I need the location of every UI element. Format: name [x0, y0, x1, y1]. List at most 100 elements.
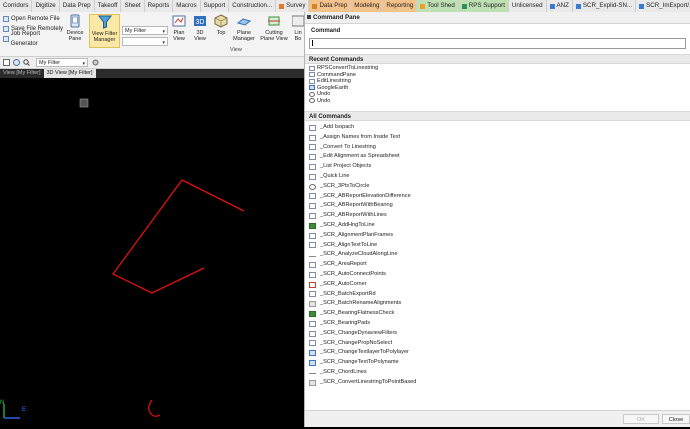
ribbon: Open Remote File Save File Remotely Job …: [0, 12, 304, 57]
ribbon-tab[interactable]: Takeoff: [95, 0, 122, 12]
view-filter-combo-secondary[interactable]: ▼: [122, 37, 168, 46]
command-item[interactable]: _SCR_ChangePropNoSelect: [305, 339, 690, 349]
select-icon[interactable]: [3, 59, 10, 66]
ribbon-tab[interactable]: Reports: [145, 0, 174, 12]
command-item[interactable]: _SCR_ABReportElevationDifference: [305, 192, 690, 202]
tab-icon: [312, 3, 318, 9]
command-item[interactable]: _SCR_3PtsToCircle: [305, 182, 690, 192]
view-filter-combo[interactable]: My Filter ▼: [122, 26, 168, 35]
command-item[interactable]: _SCR_ABReportWithLines: [305, 211, 690, 221]
command-item[interactable]: _SCR_BatchRenameAlignments: [305, 299, 690, 309]
plan-view-label: Plan View: [173, 30, 185, 42]
3d-view-canvas[interactable]: N E: [0, 78, 304, 427]
zoom-icon[interactable]: [23, 59, 30, 66]
command-item[interactable]: _SCR_AnalyzeCloudAlongLine: [305, 250, 690, 260]
command-item[interactable]: _SCR_ChangeTextToPolyname: [305, 358, 690, 368]
command-item[interactable]: _Edit Alignment as Spreadsheet: [305, 152, 690, 162]
command-icon: [309, 203, 316, 210]
ok-button[interactable]: OK: [623, 414, 659, 424]
ribbon-tab[interactable]: Corridors: [0, 0, 33, 12]
command-item[interactable]: _List Project Objects: [305, 162, 690, 172]
ribbon-tab[interactable]: Tool Shed: [417, 0, 459, 12]
ribbon-tab[interactable]: Data Prep: [309, 0, 352, 12]
open-remote-file-button[interactable]: Open Remote File: [0, 14, 64, 24]
pan-icon[interactable]: [13, 59, 20, 66]
command-label: _SCR_ChangePropNoSelect: [320, 339, 393, 346]
command-item[interactable]: _SCR_AddHngToLine: [305, 221, 690, 231]
command-item[interactable]: _SCR_AlignmentPlanFrames: [305, 231, 690, 241]
lines-button[interactable]: Lin Bo: [292, 14, 304, 52]
close-button[interactable]: Close: [662, 414, 690, 424]
command-item[interactable]: _SCR_AreaReport: [305, 260, 690, 270]
ribbon-tab[interactable]: Data Prep: [60, 0, 95, 12]
command-item[interactable]: _SCR_ChangeTextlayerToPolylayer: [305, 348, 690, 358]
command-item[interactable]: _SCR_AlignTextToLine: [305, 241, 690, 251]
tab-icon: [461, 3, 467, 9]
tab-3d-view[interactable]: 3D View [My Filter]: [43, 69, 96, 78]
command-item[interactable]: _Quick Line: [305, 172, 690, 182]
ribbon-tab-label: Tool Shed: [427, 2, 455, 9]
ribbon-tab[interactable]: Unlicensed: [509, 0, 547, 12]
command-icon: [309, 173, 316, 180]
command-item[interactable]: _Assign Names from Inside Text: [305, 133, 690, 143]
settings-icon[interactable]: [92, 59, 99, 66]
command-item[interactable]: _SCR_ABReportWithBearing: [305, 201, 690, 211]
ribbon-tab[interactable]: Macros: [173, 0, 201, 12]
command-icon: [309, 154, 316, 161]
ribbon-tab[interactable]: Sheet: [121, 0, 145, 12]
command-item[interactable]: _SCR_AutoCorner: [305, 280, 690, 290]
command-icon: [309, 254, 316, 257]
red-linestring[interactable]: [112, 179, 245, 294]
recent-command-item[interactable]: Undo: [305, 98, 690, 105]
canvas-drawing: N E: [0, 98, 245, 419]
command-item[interactable]: _SCR_BearingPads: [305, 319, 690, 329]
cutting-plane-view-button[interactable]: Cutting Plane View: [258, 14, 290, 52]
command-item[interactable]: _SCR_BearingFlatnessCheck: [305, 309, 690, 319]
red-arc[interactable]: [148, 399, 161, 417]
command-item[interactable]: _Convert To Linestring: [305, 143, 690, 153]
command-input[interactable]: [309, 38, 686, 49]
ribbon-tab[interactable]: Support: [201, 0, 230, 12]
ribbon-tab-label: Takeoff: [97, 2, 118, 9]
command-item[interactable]: _SCR_ChangeDynaviewFilters: [305, 329, 690, 339]
job-report-generator-button[interactable]: Job Report Generator: [0, 31, 64, 47]
3d-view-button[interactable]: 3D 3D View: [190, 14, 210, 52]
command-item[interactable]: _Add Isopach: [305, 123, 690, 133]
ribbon-tab[interactable]: Survey: [276, 0, 310, 12]
ribbon-tab[interactable]: SCR_Explid-SN...: [573, 0, 637, 12]
tab-plan-view[interactable]: View [My Filter]: [0, 69, 44, 78]
plan-view-button[interactable]: Plan View: [170, 14, 188, 52]
ribbon-tab[interactable]: Digitize: [32, 0, 60, 12]
ribbon-tab[interactable]: Construction...: [229, 0, 277, 12]
tab-icon: [639, 3, 645, 9]
toolbar-filter-combo[interactable]: My Filter ▼: [36, 58, 88, 67]
ribbon-tab-label: Corridors: [3, 2, 29, 9]
command-icon: [309, 281, 316, 288]
command-label: _SCR_AutoCorner: [320, 280, 367, 287]
command-item[interactable]: _SCR_AutoConnectPoints: [305, 270, 690, 280]
device-pane-label: Device Pane: [66, 30, 84, 42]
ribbon-tab[interactable]: Modeling: [351, 0, 384, 12]
device-pane-icon: [70, 14, 80, 28]
view-cube-marker[interactable]: [79, 98, 89, 108]
command-label: _SCR_BearingFlatnessCheck: [320, 310, 395, 317]
ribbon-tab[interactable]: Reporting: [383, 0, 418, 12]
lines-icon: [292, 15, 304, 27]
cutting-plane-icon: [268, 16, 280, 26]
ribbon-tab-label: Sheet: [124, 2, 141, 9]
command-item[interactable]: _SCR_ConvertLinestringToPointBased: [305, 378, 690, 388]
top-view-button[interactable]: Top: [212, 14, 230, 52]
view-filter-manager-button[interactable]: View Filter Manager: [89, 14, 120, 48]
ribbon-tab[interactable]: RPS Support: [458, 0, 509, 12]
job-report-generator-label: Job Report Generator: [10, 31, 41, 47]
ribbon-tab[interactable]: ANZ: [547, 0, 573, 12]
command-label: _SCR_AddHngToLine: [320, 221, 375, 228]
command-label: _SCR_BearingPads: [320, 319, 371, 326]
command-item[interactable]: _SCR_BatchExportRd: [305, 290, 690, 300]
ribbon-tab[interactable]: SCR_ImExport/...: [636, 0, 690, 12]
device-pane-button[interactable]: Device Pane: [63, 14, 87, 52]
3d-view-icon: 3D: [194, 16, 206, 26]
view-group-label: View: [230, 47, 242, 53]
command-icon: [309, 232, 316, 239]
command-item[interactable]: _SCR_ChordLines: [305, 368, 690, 378]
